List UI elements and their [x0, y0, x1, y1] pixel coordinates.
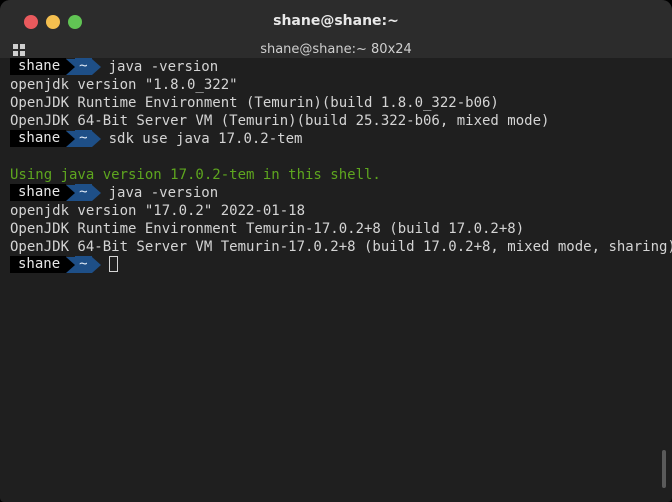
powerline-arrow-icon — [91, 184, 101, 201]
command-text: java -version — [108, 59, 219, 75]
powerline-separator-icon — [66, 58, 76, 75]
prompt-line: shane ~ java -version — [10, 184, 660, 202]
window-title: shane@shane:~ — [273, 13, 399, 29]
powerline-arrow-icon — [91, 130, 101, 147]
output-line: OpenJDK 64-Bit Server VM (Temurin)(build… — [10, 113, 550, 129]
output-line: OpenJDK Runtime Environment (Temurin)(bu… — [10, 95, 499, 111]
powerline-separator-icon — [66, 256, 76, 273]
powerline-arrow-icon — [91, 58, 101, 75]
terminal-output[interactable]: shane ~ java -version openjdk version "1.8.… — [10, 58, 672, 498]
powerline-separator-icon — [66, 184, 76, 201]
shell-prompt: shane ~ — [10, 130, 101, 147]
terminal-window: shane@shane:~ shane@shane:~ 80x24 shane ~… — [0, 0, 672, 502]
prompt-directory: ~ — [75, 184, 92, 201]
prompt-directory: ~ — [75, 58, 92, 75]
powerline-arrow-icon — [91, 256, 101, 273]
prompt-directory: ~ — [75, 256, 92, 273]
output-line: Using java version 17.0.2-tem in this sh… — [10, 167, 381, 183]
shell-prompt: shane ~ — [10, 184, 101, 201]
text-cursor — [108, 256, 118, 272]
prompt-line: shane ~ — [10, 256, 660, 274]
scrollbar[interactable] — [662, 450, 666, 488]
title-bar[interactable]: shane@shane:~ — [0, 0, 672, 42]
tab-bar: shane@shane:~ 80x24 — [0, 42, 672, 58]
output-line: OpenJDK Runtime Environment Temurin-17.0… — [10, 221, 525, 237]
shell-prompt: shane ~ — [10, 58, 101, 75]
prompt-user: shane — [10, 58, 67, 75]
shell-prompt: shane ~ — [10, 256, 101, 273]
output-line: openjdk version "1.8.0_322" — [10, 77, 238, 93]
output-line: OpenJDK 64-Bit Server VM Temurin-17.0.2+… — [10, 239, 672, 255]
prompt-line: shane ~ sdk use java 17.0.2-tem — [10, 130, 660, 148]
tab-title: shane@shane:~ 80x24 — [260, 42, 412, 57]
prompt-user: shane — [10, 256, 67, 273]
powerline-separator-icon — [66, 130, 76, 147]
output-line: openjdk version "17.0.2" 2022-01-18 — [10, 203, 306, 219]
command-text: java -version — [108, 185, 219, 201]
command-text: sdk use java 17.0.2-tem — [108, 131, 303, 147]
prompt-user: shane — [10, 130, 67, 147]
prompt-user: shane — [10, 184, 67, 201]
prompt-directory: ~ — [75, 130, 92, 147]
prompt-line: shane ~ java -version — [10, 58, 660, 76]
